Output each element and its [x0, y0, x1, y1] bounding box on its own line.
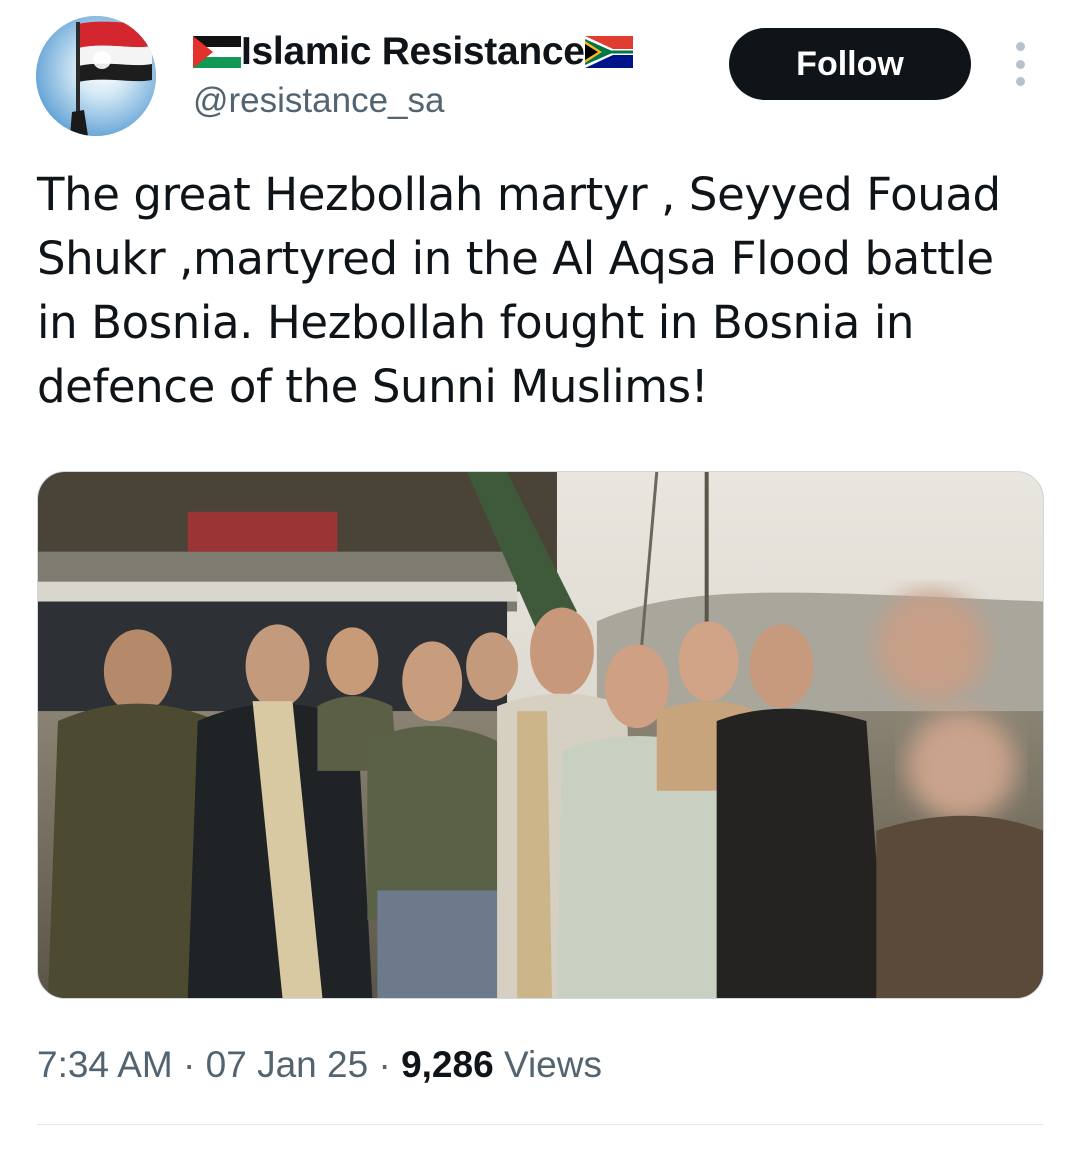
divider	[37, 1124, 1044, 1125]
display-name[interactable]: Islamic Resistance	[241, 30, 585, 74]
views-count[interactable]: 9,286	[401, 1044, 494, 1085]
tweet-text: The great Hezbollah martyr , Seyyed Foua…	[37, 168, 1001, 413]
group-photo-image	[38, 472, 1043, 998]
more-vertical-icon[interactable]	[1006, 42, 1034, 86]
tweet-meta: 7:34 AM · 07 Jan 25 · 9,286 Views	[37, 1040, 602, 1090]
tweet-time[interactable]: 7:34 AM	[37, 1044, 173, 1085]
tweet-date[interactable]: 07 Jan 25	[206, 1044, 369, 1085]
south-africa-flag-icon	[584, 36, 633, 68]
tweet-media[interactable]	[37, 471, 1044, 999]
views-label: Views	[493, 1044, 602, 1085]
author-handle[interactable]: @resistance_sa	[193, 80, 444, 122]
author-name-row[interactable]: Islamic Resistance	[193, 30, 633, 74]
follow-button[interactable]: Follow	[729, 28, 971, 100]
meta-separator: ·	[172, 1044, 206, 1085]
profile-avatar-flag-image	[36, 16, 156, 136]
meta-separator: ·	[368, 1044, 402, 1085]
avatar[interactable]	[36, 16, 156, 136]
palestine-flag-icon	[193, 36, 241, 68]
